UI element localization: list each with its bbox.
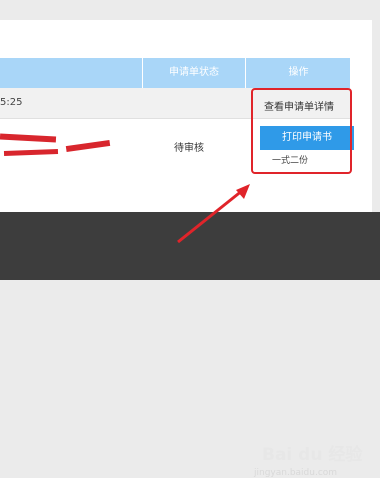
status-text: 待审核 — [174, 143, 204, 154]
bottom-overlay: Bai du 经验 jingyan.baidu.com — [0, 212, 380, 478]
submit-time: 5:25 — [0, 97, 23, 108]
watermark-logo: Bai du 经验 — [262, 445, 363, 465]
column-header-action: 操作 — [245, 58, 351, 88]
watermark-url: jingyan.baidu.com — [254, 468, 338, 478]
table-header: 申请单状态 操作 — [0, 58, 350, 88]
column-header-status: 申请单状态 — [142, 58, 245, 88]
highlight-box — [251, 88, 352, 174]
